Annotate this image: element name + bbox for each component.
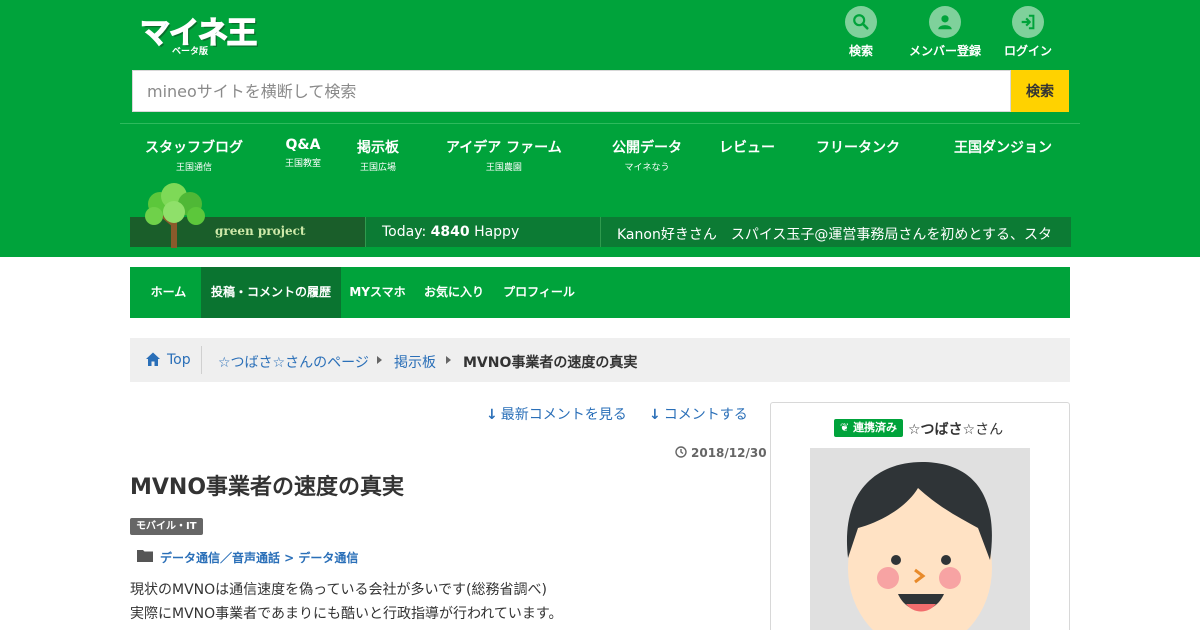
site-search-button[interactable]: 検索 (1011, 70, 1069, 112)
top-nav-search-label: 検索 (848, 44, 873, 58)
arrow-down-icon: ↓ (649, 407, 661, 423)
avatar[interactable] (810, 448, 1030, 630)
breadcrumb-user-page-link[interactable]: ☆つばさ☆さんのページ (218, 352, 369, 372)
main-nav-review[interactable]: レビュー (719, 137, 775, 160)
user-page-nav: ホーム 投稿・コメントの履歴 MYスマホ お気に入り プロフィール (130, 267, 1070, 318)
happy-counter: Today: 4840 Happy (382, 224, 520, 240)
breadcrumb-top-link[interactable]: Top (167, 352, 191, 368)
login-icon (1012, 6, 1044, 38)
logo-beta-label: ベータ版 (172, 47, 209, 57)
top-nav-login[interactable]: ログイン (983, 6, 1073, 59)
post-date: 2018/12/30 (691, 446, 767, 460)
linked-badge: ❦ 連携済み (834, 419, 904, 437)
main-nav-board[interactable]: 掲示板 王国広場 (357, 137, 399, 173)
top-nav-register-label: メンバー登録 (908, 44, 981, 58)
tree-icon (145, 183, 205, 248)
latest-comment-link[interactable]: ↓ 最新コメントを見る (486, 404, 627, 424)
top-nav-login-label: ログイン (1003, 44, 1052, 58)
breadcrumb-current: MVNO事業者の速度の真実 (463, 355, 638, 371)
main-nav-public-data[interactable]: 公開データ マイネなう (612, 137, 682, 173)
post-comment-link[interactable]: ↓ コメントする (649, 404, 748, 424)
user-icon (929, 6, 961, 38)
leaf-icon: ❦ (840, 421, 850, 434)
post-body-line: 実際にMVNO事業者であまりにも酷いと行政指導が行われています。 (130, 606, 563, 622)
site-search-input[interactable] (132, 70, 1011, 112)
main-nav-dungeon[interactable]: 王国ダンジョン (954, 137, 1052, 160)
search-icon (845, 6, 877, 38)
green-project-divider (365, 217, 366, 247)
happy-ticker[interactable]: Kanon好きさん スパイス玉子@運営事務局さんを初めとする、スタ (617, 224, 1057, 244)
breadcrumb-separator (201, 346, 202, 374)
post-title: MVNO事業者の速度の真実 (130, 475, 405, 500)
chevron-right-icon (377, 356, 382, 364)
post-tag[interactable]: モバイル・IT (130, 518, 203, 535)
breadcrumb-board-link[interactable]: 掲示板 (394, 352, 436, 372)
green-project-banner-text: green project (215, 224, 306, 238)
post-body-line: 現状のMVNOは通信速度を偽っている会社が多いです(総務省調べ) (130, 582, 547, 598)
main-nav-free-tank[interactable]: フリータンク (816, 137, 900, 160)
main-nav-qa[interactable]: Q&A 王国教室 (285, 137, 321, 169)
user-tab-home[interactable]: ホーム (130, 267, 207, 318)
main-nav-idea-farm[interactable]: アイデア ファーム 王国農園 (446, 137, 562, 173)
post-body: 現状のMVNOは通信速度を偽っている会社が多いです(総務省調べ) 実際にMVNO… (130, 578, 563, 626)
arrow-down-icon: ↓ (486, 407, 498, 423)
top-nav-register[interactable]: メンバー登録 (900, 6, 990, 59)
home-icon (146, 352, 160, 366)
user-tab-my-smartphone[interactable]: MYスマホ (341, 267, 414, 318)
author-profile-card: ❦ 連携済み ☆つばさ☆さん (770, 402, 1070, 630)
main-nav-divider (120, 123, 1080, 124)
top-nav-search[interactable]: 検索 (816, 6, 906, 59)
avatar-illustration (846, 462, 992, 630)
green-project-divider-2 (600, 217, 601, 247)
user-tab-favorites[interactable]: お気に入り (414, 267, 494, 318)
clock-icon (675, 446, 687, 458)
main-nav-staff-blog[interactable]: スタッフブログ 王国通信 (145, 137, 243, 173)
post-category-link[interactable]: データ通信／音声通話 > データ通信 (160, 549, 358, 566)
site-logo[interactable]: マイネ王 ベータ版 (139, 8, 258, 57)
author-name[interactable]: ☆つばさ☆さん (908, 419, 1003, 439)
chevron-right-icon (446, 356, 451, 364)
folder-icon (137, 550, 153, 562)
user-tab-history[interactable]: 投稿・コメントの履歴 (201, 267, 341, 318)
happy-count: 4840 (430, 224, 470, 240)
user-tab-profile[interactable]: プロフィール (494, 267, 584, 318)
breadcrumb: Top ☆つばさ☆さんのページ 掲示板 MVNO事業者の速度の真実 (130, 338, 1070, 382)
